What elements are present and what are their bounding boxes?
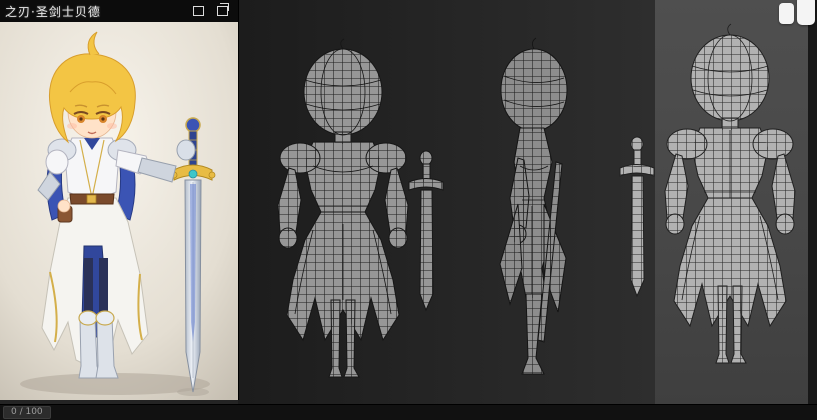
reference-window-titlebar[interactable]: 之刃·圣剑士贝德: [0, 0, 238, 22]
reference-window-title: 之刃·圣剑士贝德: [5, 4, 101, 19]
knight-wireframe-front[interactable]: [243, 38, 448, 383]
wireframe-mesh: [278, 49, 443, 377]
overlay-white-shape: [797, 0, 815, 25]
knight-wireframe-side[interactable]: [460, 36, 610, 384]
overlay-white-shape: [779, 3, 794, 24]
frame-counter[interactable]: 0 / 100: [3, 406, 51, 419]
window-restore-icon[interactable]: [193, 6, 204, 16]
reference-image-window[interactable]: 之刃·圣剑士贝德: [0, 0, 239, 400]
status-bar: 0 / 100: [0, 404, 817, 420]
wireframe-mesh: [500, 49, 567, 374]
reference-illustration: [0, 22, 238, 400]
window-maximize-icon[interactable]: [217, 3, 229, 16]
knight-wireframe-back[interactable]: [605, 22, 817, 382]
